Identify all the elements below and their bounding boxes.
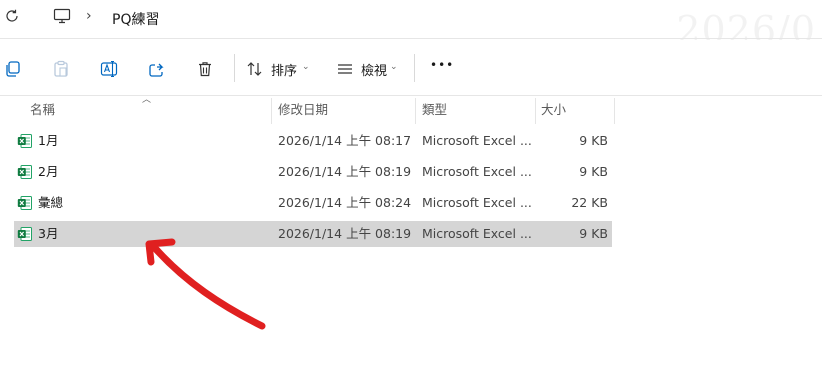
annotation-arrow (145, 238, 266, 330)
